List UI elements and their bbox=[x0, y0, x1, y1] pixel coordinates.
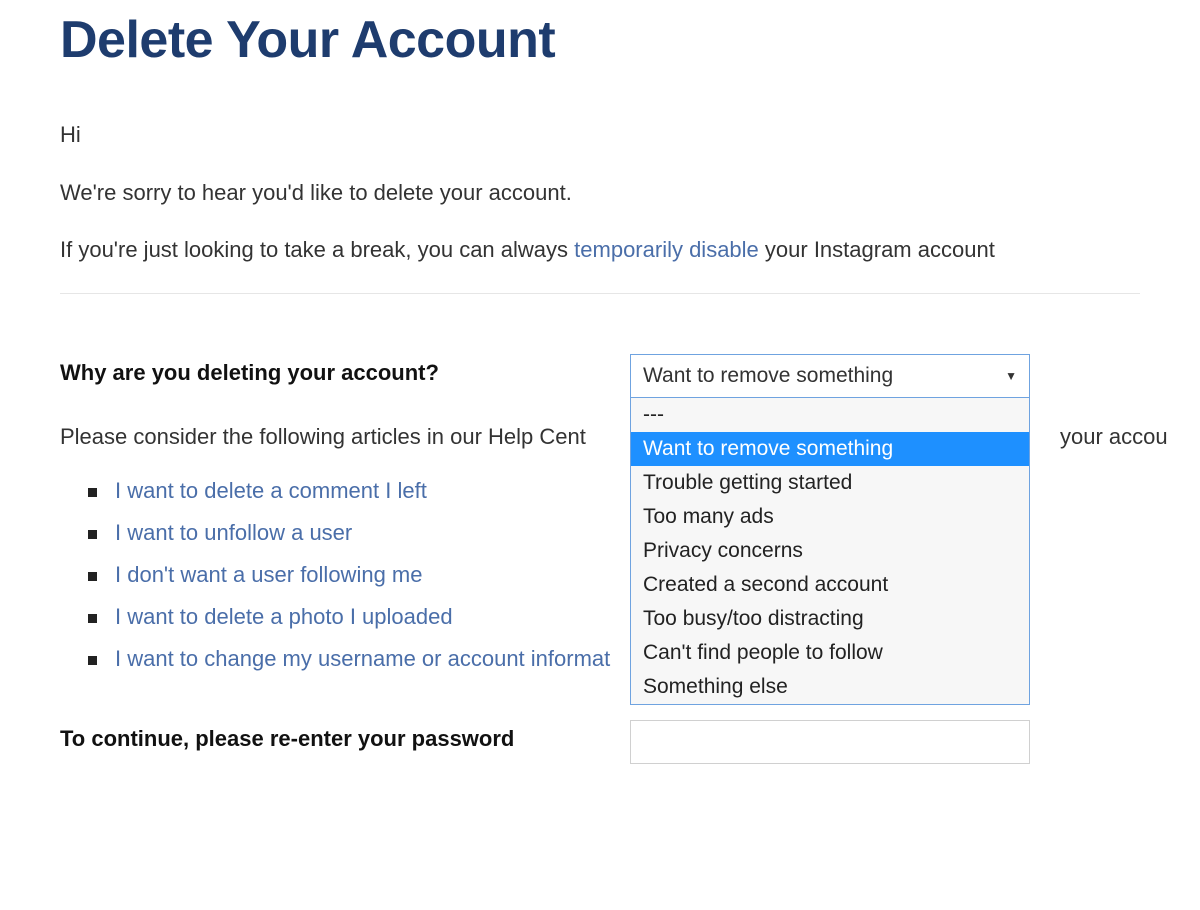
reason-select-wrap: Want to remove something ▼ ---Want to re… bbox=[630, 354, 1030, 398]
reason-option[interactable]: Privacy concerns bbox=[631, 534, 1029, 568]
page-title: Delete Your Account bbox=[60, 10, 1140, 70]
temporarily-disable-link[interactable]: temporarily disable bbox=[574, 237, 759, 262]
delete-account-page: Delete Your Account Hi We're sorry to he… bbox=[0, 10, 1200, 764]
help-intro-right: your accou bbox=[1060, 424, 1168, 450]
help-article-link[interactable]: I want to change my username or account … bbox=[115, 646, 610, 672]
break-post: your Instagram account bbox=[759, 237, 995, 262]
help-intro-left: Please consider the following articles i… bbox=[60, 424, 586, 450]
reason-option[interactable]: Can't find people to follow bbox=[631, 636, 1029, 670]
reason-option[interactable]: Created a second account bbox=[631, 568, 1029, 602]
reason-select[interactable]: Want to remove something ▼ bbox=[630, 354, 1030, 398]
reason-option[interactable]: Too busy/too distracting bbox=[631, 602, 1029, 636]
reason-dropdown[interactable]: ---Want to remove somethingTrouble getti… bbox=[630, 398, 1030, 705]
help-article-link[interactable]: I don't want a user following me bbox=[115, 562, 422, 588]
password-row: To continue, please re-enter your passwo… bbox=[60, 720, 1140, 764]
reason-option[interactable]: Want to remove something bbox=[631, 432, 1029, 466]
sorry-text: We're sorry to hear you'd like to delete… bbox=[60, 178, 1140, 208]
reason-option[interactable]: Trouble getting started bbox=[631, 466, 1029, 500]
greeting-text: Hi bbox=[60, 120, 1140, 150]
help-article-link[interactable]: I want to delete a photo I uploaded bbox=[115, 604, 453, 630]
reason-select-value: Want to remove something bbox=[643, 364, 893, 388]
chevron-down-icon: ▼ bbox=[1005, 369, 1017, 383]
password-label: To continue, please re-enter your passwo… bbox=[60, 720, 630, 752]
reason-option[interactable]: Something else bbox=[631, 670, 1029, 704]
divider bbox=[60, 293, 1140, 294]
break-pre: If you're just looking to take a break, … bbox=[60, 237, 574, 262]
take-break-text: If you're just looking to take a break, … bbox=[60, 235, 1140, 265]
reason-row: Why are you deleting your account? Want … bbox=[60, 354, 1140, 398]
password-input[interactable] bbox=[630, 720, 1030, 764]
reason-option[interactable]: Too many ads bbox=[631, 500, 1029, 534]
help-article-link[interactable]: I want to delete a comment I left bbox=[115, 478, 427, 504]
reason-label: Why are you deleting your account? bbox=[60, 354, 630, 386]
reason-option[interactable]: --- bbox=[631, 398, 1029, 432]
help-article-link[interactable]: I want to unfollow a user bbox=[115, 520, 352, 546]
